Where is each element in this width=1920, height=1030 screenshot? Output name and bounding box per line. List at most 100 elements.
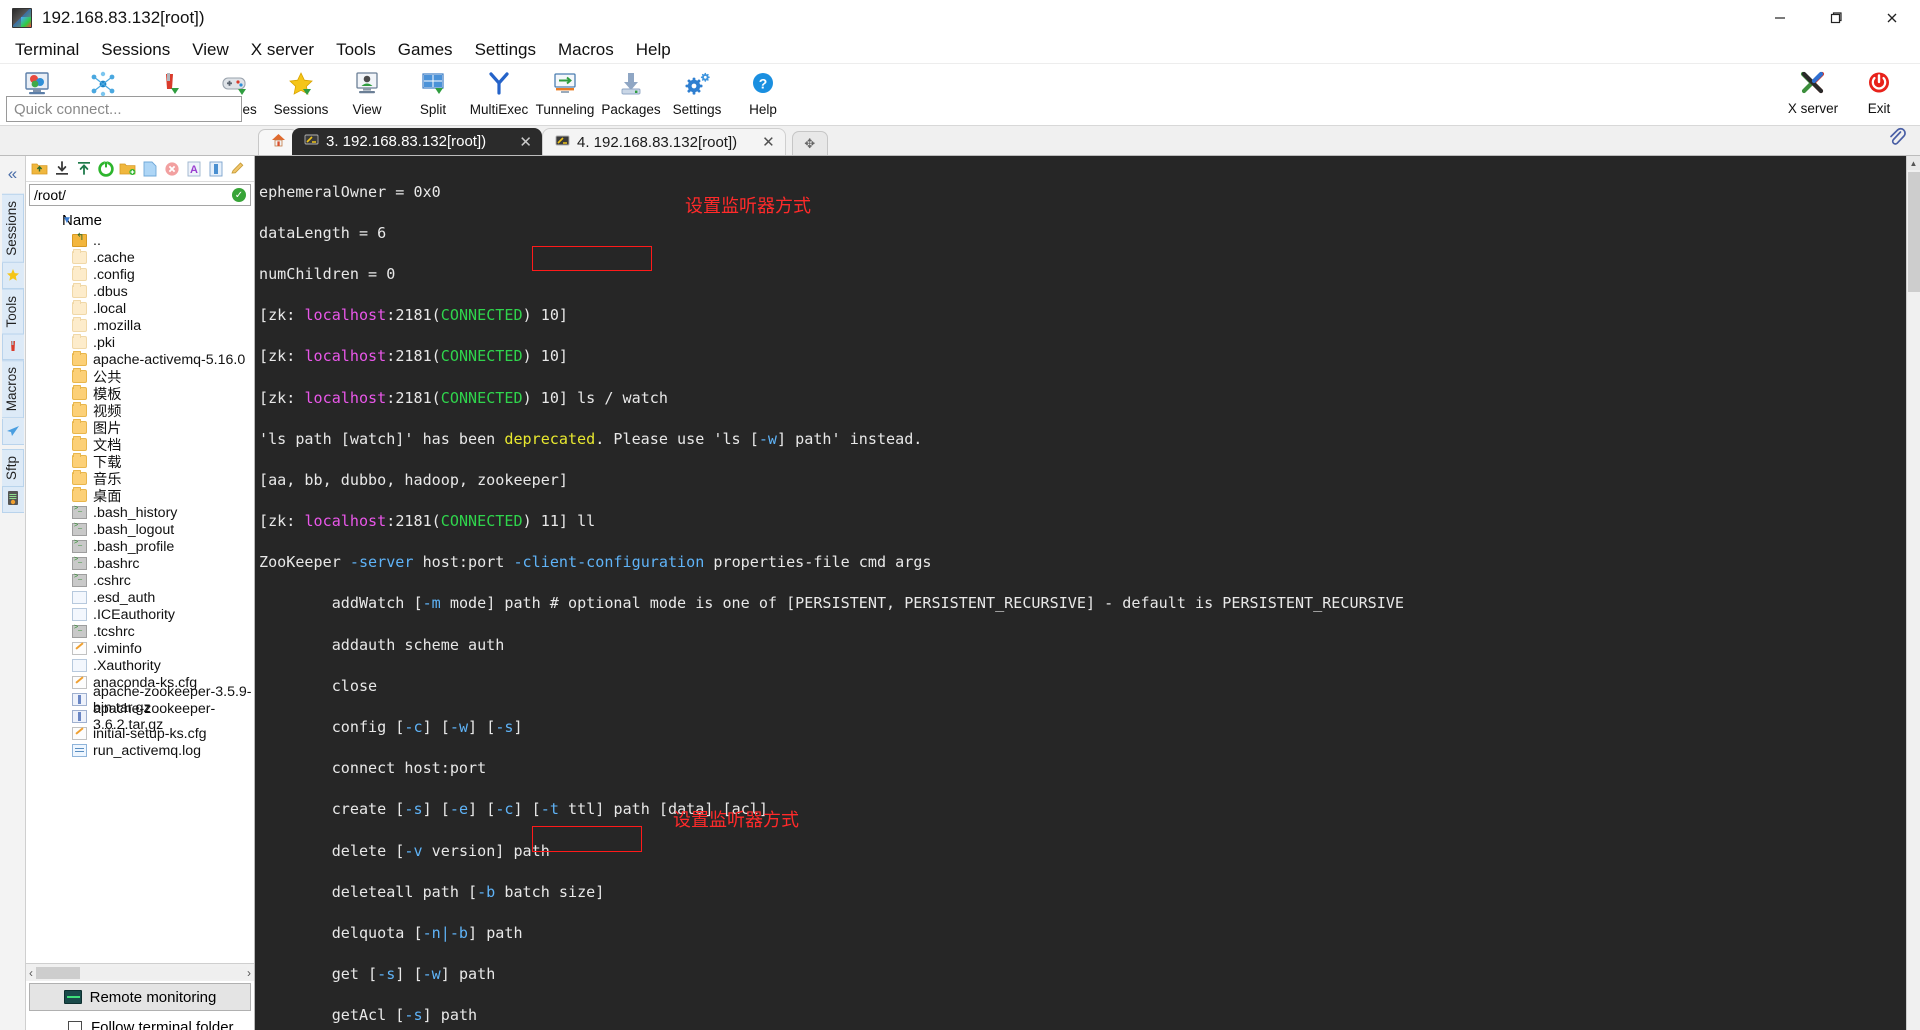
paperclip-icon[interactable] [1888,127,1906,153]
star-icon[interactable] [1,262,24,289]
hscroll-right-arrow[interactable]: › [247,966,251,980]
toolbar-view-button[interactable]: View [334,65,400,125]
list-item[interactable]: .bash_profile [26,538,254,555]
remote-monitoring-button[interactable]: Remote monitoring [29,983,251,1011]
list-item[interactable]: .bash_logout [26,521,254,538]
binary-mode-icon[interactable] [207,160,224,177]
sftp-icon[interactable] [1,486,24,513]
hscroll-thumb[interactable] [36,966,80,979]
list-item[interactable]: run_activemq.log [26,742,254,759]
menu-xserver[interactable]: X server [240,38,325,62]
xserver-icon [1796,68,1830,98]
archive-file-icon [72,710,87,723]
list-item[interactable]: 视频 [26,402,254,420]
list-item[interactable]: .local [26,300,254,317]
list-item[interactable]: .bashrc [26,555,254,572]
terminal-line: ephemeralOwner = 0x0 [259,182,441,201]
list-item[interactable]: 下载 [26,453,254,471]
folder-icon [72,249,87,264]
paperplane-icon[interactable] [1,418,24,445]
list-item[interactable]: .viminfo [26,640,254,657]
list-item[interactable]: .ICEauthority [26,606,254,623]
scroll-up-arrow[interactable]: ▲ [1907,156,1920,170]
maximize-button[interactable] [1808,0,1864,36]
tab-close-icon[interactable]: ✕ [501,133,532,151]
terminal-scrollbar[interactable]: ▲ [1906,156,1920,1030]
text-mode-icon[interactable]: A [185,160,202,177]
upload-icon[interactable] [75,160,92,177]
parent-folder-icon[interactable] [31,160,48,177]
folder-icon [72,402,87,417]
tab-4-192-168-83-132[interactable]: 4. 192.168.83.132[root]) ✕ [542,128,786,155]
quick-connect-input[interactable]: Quick connect... [6,96,242,122]
list-item[interactable]: .. [26,232,254,249]
list-item[interactable]: .cache [26,249,254,266]
collapse-sidebar-icon[interactable]: « [8,164,17,184]
menu-games[interactable]: Games [387,38,464,62]
menu-view[interactable]: View [181,38,240,62]
menu-help[interactable]: Help [625,38,682,62]
menu-terminal[interactable]: Terminal [4,38,90,62]
list-item[interactable]: .tcshrc [26,623,254,640]
tab-close-icon[interactable]: ✕ [744,133,775,151]
scroll-thumb[interactable] [1908,172,1920,292]
toolbar-sessions-button[interactable]: Sessions [268,65,334,125]
follow-terminal-folder-row[interactable]: Follow terminal folder [26,1013,254,1030]
list-item[interactable]: .config [26,266,254,283]
toolbar-xserver-button[interactable]: X server [1780,64,1846,124]
follow-terminal-folder-checkbox[interactable] [68,1020,82,1030]
toolbar-settings-button[interactable]: Settings [664,65,730,125]
file-list-header[interactable]: ▼ Name [26,208,254,232]
toolbar-help-button[interactable]: ? Help [730,65,796,125]
new-tab-button[interactable]: ✥ [791,131,828,155]
list-item[interactable]: .Xauthority [26,657,254,674]
terminal-pane[interactable]: ephemeralOwner = 0x0 dataLength = 6 numC… [255,156,1920,1030]
vtab-tools[interactable]: Tools [1,288,24,335]
list-item[interactable]: 文档 [26,436,254,454]
toolbar-split-button[interactable]: Split [400,65,466,125]
delete-icon[interactable] [163,160,180,177]
list-item[interactable]: .pki [26,334,254,351]
file-list[interactable]: .. .cache .config .dbus .local .mozilla … [26,232,254,963]
list-item[interactable]: .mozilla [26,317,254,334]
toolbar-tunneling-button[interactable]: Tunneling [532,65,598,125]
list-item[interactable]: .cshrc [26,572,254,589]
menu-settings[interactable]: Settings [464,38,547,62]
list-item[interactable]: 公共 [26,368,254,386]
toolbar-packages-button[interactable]: Packages [598,65,664,125]
sftp-path-bar[interactable]: /root/ ✓ [29,184,251,206]
edit-icon[interactable] [229,160,246,177]
list-item[interactable]: 音乐 [26,470,254,488]
swissknife-icon[interactable] [1,334,24,361]
vtab-macros[interactable]: Macros [1,360,24,419]
list-item[interactable]: .dbus [26,283,254,300]
toolbar-multiexec-button[interactable]: MultiExec [466,65,532,125]
monitor-icon [63,990,82,1004]
new-file-icon[interactable] [141,160,158,177]
list-item[interactable]: 桌面 [26,487,254,505]
terminal-output[interactable]: ephemeralOwner = 0x0 dataLength = 6 numC… [255,156,1920,1030]
vtab-sftp[interactable]: Sftp [1,448,24,487]
close-button[interactable] [1864,0,1920,36]
file-list-hscrollbar[interactable]: ‹ › [26,963,254,981]
hscroll-track[interactable] [33,966,247,979]
list-item[interactable]: 模板 [26,385,254,403]
toolbar-exit-button[interactable]: Exit [1846,64,1912,124]
file-name: .pki [93,334,116,351]
list-item[interactable]: apache-activemq-5.16.0 [26,351,254,368]
refresh-icon[interactable] [97,160,114,177]
list-item[interactable]: 图片 [26,419,254,437]
menu-sessions[interactable]: Sessions [90,38,181,62]
menu-macros[interactable]: Macros [547,38,625,62]
list-item[interactable]: .bash_history [26,504,254,521]
menu-tools[interactable]: Tools [325,38,387,62]
file-name: .Xauthority [93,657,161,674]
list-item[interactable]: .esd_auth [26,589,254,606]
new-folder-icon[interactable] [119,160,136,177]
list-item[interactable]: apache-zookeeper-3.6.2.tar.gz [26,701,254,733]
vtab-sessions[interactable]: Sessions [1,194,24,263]
minimize-button[interactable] [1752,0,1808,36]
tab-3-192-168-83-132[interactable]: 3. 192.168.83.132[root]) ✕ [292,128,542,155]
download-icon[interactable] [53,160,70,177]
terminal-line: delquota [-n|-b] path [259,923,523,942]
